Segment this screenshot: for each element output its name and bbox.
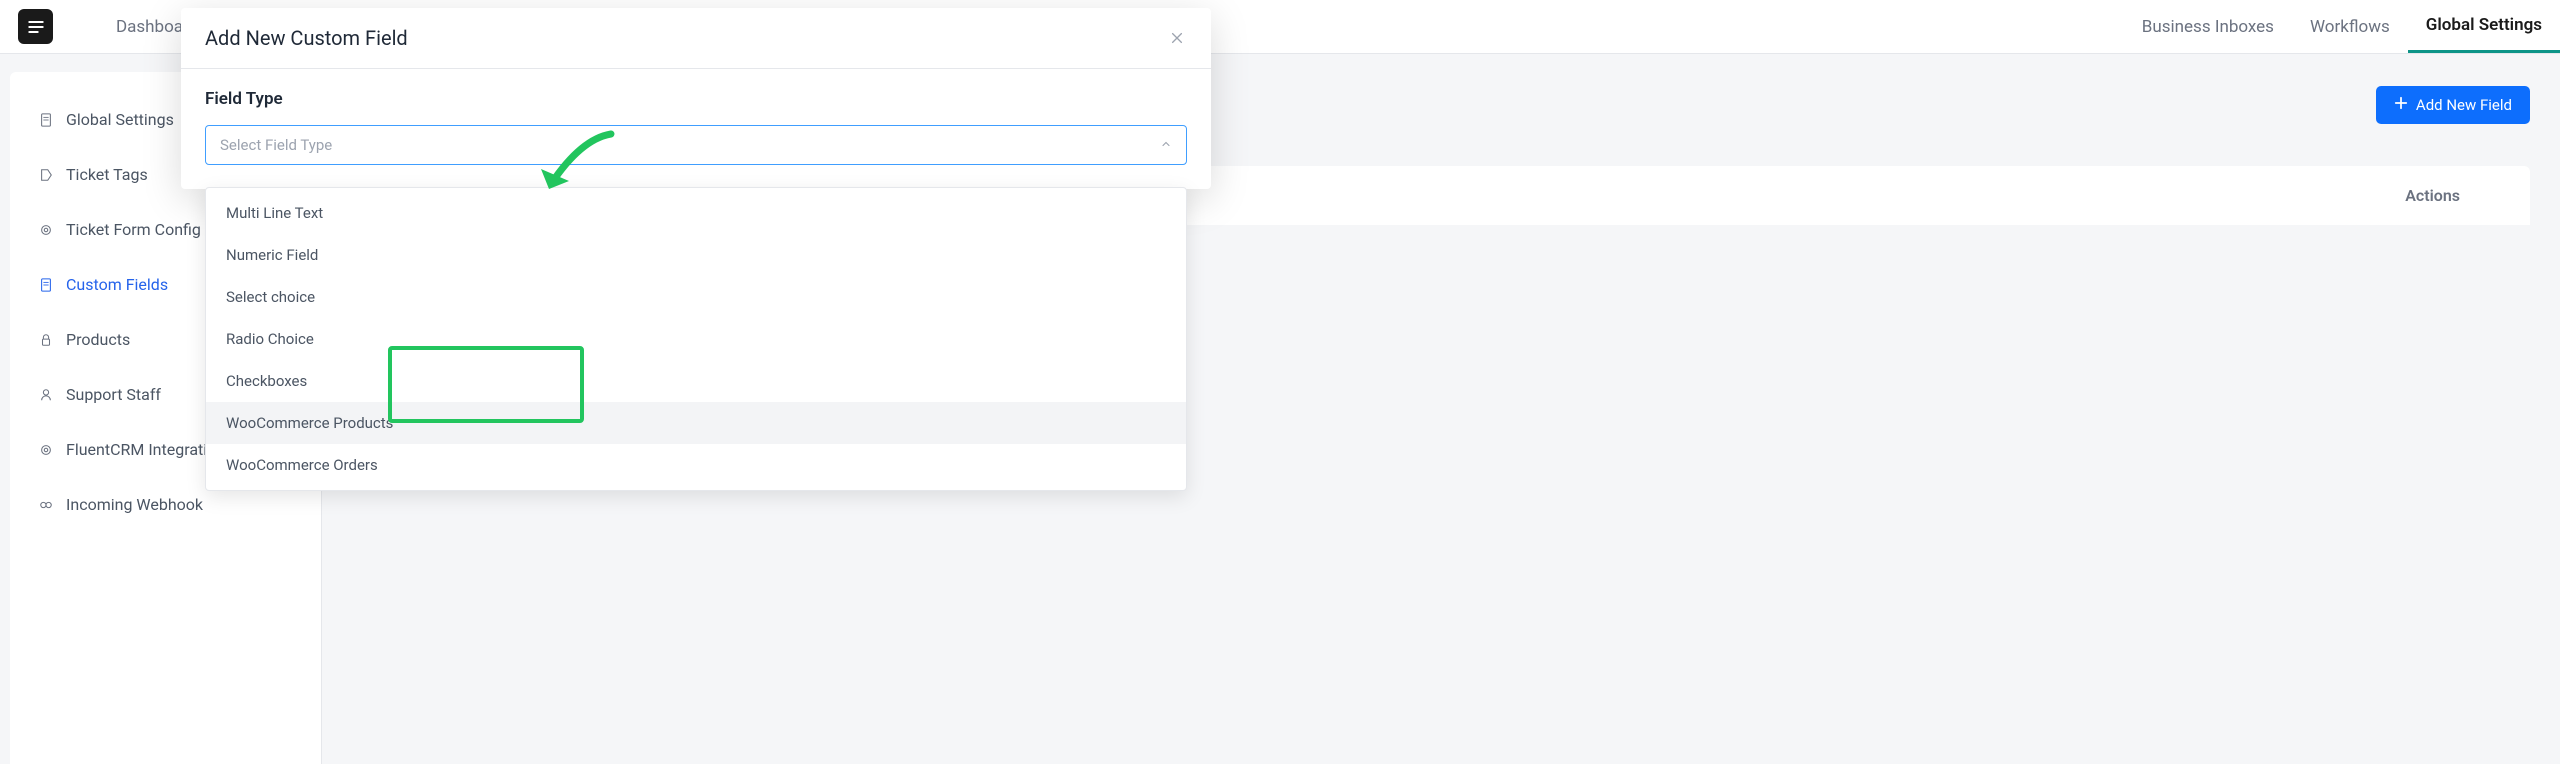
field-type-select[interactable]: Select Field Type [205,125,1187,165]
gear-icon [38,222,54,238]
tag-icon [38,167,54,183]
sidebar-item-label: Incoming Webhook [66,495,203,514]
sidebar-item-label: FluentCRM Integration [66,440,225,459]
option-numeric-field[interactable]: Numeric Field [206,234,1186,276]
nav-global-settings[interactable]: Global Settings [2408,0,2560,53]
option-checkboxes[interactable]: Checkboxes [206,360,1186,402]
plus-icon [2394,96,2408,114]
add-new-field-button[interactable]: Add New Field [2376,86,2530,124]
field-type-dropdown: Multi Line Text Numeric Field Select cho… [205,187,1187,491]
modal-close-button[interactable] [1167,28,1187,48]
file-icon [38,277,54,293]
modal-title: Add New Custom Field [205,26,408,50]
app-logo[interactable] [18,9,53,44]
add-button-label: Add New Field [2416,96,2512,114]
select-placeholder: Select Field Type [220,136,332,154]
nav-workflows[interactable]: Workflows [2292,0,2408,53]
modal-body: Field Type Select Field Type Multi Line … [181,69,1211,189]
option-multi-line-text[interactable]: Multi Line Text [206,192,1186,234]
option-radio-choice[interactable]: Radio Choice [206,318,1186,360]
add-custom-field-modal: Add New Custom Field Field Type Select F… [181,8,1211,189]
sidebar-item-label: Ticket Form Config [66,220,201,239]
option-select-choice[interactable]: Select choice [206,276,1186,318]
sidebar-item-label: Custom Fields [66,275,168,294]
option-woocommerce-orders[interactable]: WooCommerce Orders [206,444,1186,486]
sidebar-item-label: Ticket Tags [66,165,148,184]
close-icon [1170,31,1184,45]
nav-business-inboxes[interactable]: Business Inboxes [2124,0,2292,53]
logo-icon [26,17,46,37]
user-icon [38,387,54,403]
table-header-actions: Actions [2405,186,2460,205]
field-type-label: Field Type [205,89,1187,109]
sidebar-item-label: Support Staff [66,385,161,404]
chevron-up-icon [1160,136,1172,154]
sidebar-item-label: Global Settings [66,110,174,129]
sidebar-item-label: Products [66,330,130,349]
option-woocommerce-products[interactable]: WooCommerce Products [206,402,1186,444]
link-icon [38,497,54,513]
gear-icon [38,442,54,458]
modal-header: Add New Custom Field [181,8,1211,69]
lock-icon [38,332,54,348]
file-icon [38,112,54,128]
